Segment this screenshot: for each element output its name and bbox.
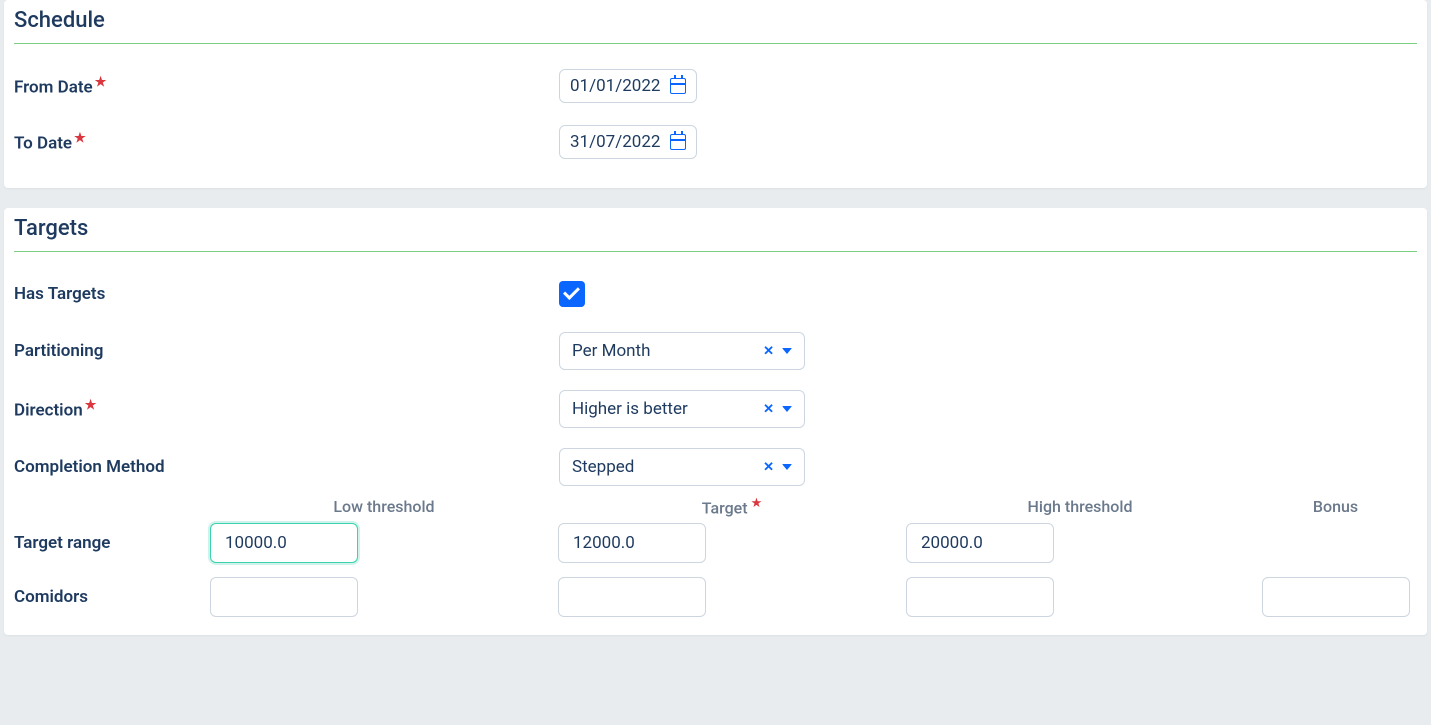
partitioning-value: Per Month	[572, 341, 650, 361]
to-date-label: To Date★	[14, 131, 559, 154]
target-range-row: Target range	[14, 523, 1417, 563]
target-range-high-input[interactable]	[906, 523, 1054, 563]
target-grid-headers: Low threshold Target★ High threshold Bon…	[14, 496, 1417, 517]
direction-row: Direction★ Higher is better ✕	[14, 380, 1417, 438]
partitioning-select[interactable]: Per Month ✕	[559, 332, 805, 370]
bonus-header: Bonus	[1313, 497, 1358, 516]
has-targets-label: Has Targets	[14, 284, 559, 304]
to-date-row: To Date★ 31/07/2022	[14, 114, 1417, 170]
completion-method-row: Completion Method Stepped ✕	[14, 438, 1417, 496]
targets-title: Targets	[14, 214, 1417, 252]
target-range-target-input[interactable]	[558, 523, 706, 563]
low-threshold-header: Low threshold	[210, 497, 558, 516]
target-range-label: Target range	[14, 533, 210, 553]
required-star-icon: ★	[95, 75, 107, 90]
partitioning-row: Partitioning Per Month ✕	[14, 322, 1417, 380]
direction-value: Higher is better	[572, 399, 688, 419]
comidors-low-input[interactable]	[210, 577, 358, 617]
schedule-card: Schedule From Date★ 01/01/2022 To Date★ …	[4, 0, 1427, 188]
to-date-value: 31/07/2022	[570, 132, 660, 152]
to-date-input[interactable]: 31/07/2022	[559, 125, 697, 159]
completion-method-select[interactable]: Stepped ✕	[559, 448, 805, 486]
clear-icon[interactable]: ✕	[763, 402, 774, 417]
target-range-low-input[interactable]	[210, 523, 358, 563]
from-date-row: From Date★ 01/01/2022	[14, 58, 1417, 114]
chevron-down-icon[interactable]	[782, 348, 792, 354]
has-targets-row: Has Targets	[14, 266, 1417, 322]
clear-icon[interactable]: ✕	[763, 344, 774, 359]
comidors-label: Comidors	[14, 587, 210, 607]
required-star-icon: ★	[751, 496, 763, 511]
required-star-icon: ★	[85, 398, 97, 413]
comidors-target-input[interactable]	[558, 577, 706, 617]
from-date-input[interactable]: 01/01/2022	[559, 69, 697, 103]
high-threshold-header: High threshold	[906, 497, 1254, 516]
completion-method-label: Completion Method	[14, 457, 559, 477]
completion-method-value: Stepped	[572, 457, 634, 477]
partitioning-label: Partitioning	[14, 341, 559, 361]
direction-select[interactable]: Higher is better ✕	[559, 390, 805, 428]
comidors-row: Comidors	[14, 577, 1417, 617]
direction-label-text: Direction	[14, 400, 83, 420]
clear-icon[interactable]: ✕	[763, 460, 774, 475]
comidors-bonus-input[interactable]	[1262, 577, 1410, 617]
target-header: Target★	[558, 496, 906, 517]
to-date-label-text: To Date	[14, 133, 72, 153]
calendar-icon[interactable]	[670, 134, 686, 150]
target-header-text: Target	[702, 498, 748, 517]
chevron-down-icon[interactable]	[782, 464, 792, 470]
chevron-down-icon[interactable]	[782, 406, 792, 412]
from-date-value: 01/01/2022	[570, 76, 660, 96]
direction-label: Direction★	[14, 398, 559, 421]
from-date-label: From Date★	[14, 75, 559, 98]
calendar-icon[interactable]	[670, 78, 686, 94]
targets-card: Targets Has Targets Partitioning Per Mon…	[4, 208, 1427, 635]
has-targets-checkbox[interactable]	[559, 281, 585, 307]
from-date-label-text: From Date	[14, 77, 93, 97]
comidors-high-input[interactable]	[906, 577, 1054, 617]
schedule-title: Schedule	[14, 6, 1417, 44]
required-star-icon: ★	[74, 131, 86, 146]
